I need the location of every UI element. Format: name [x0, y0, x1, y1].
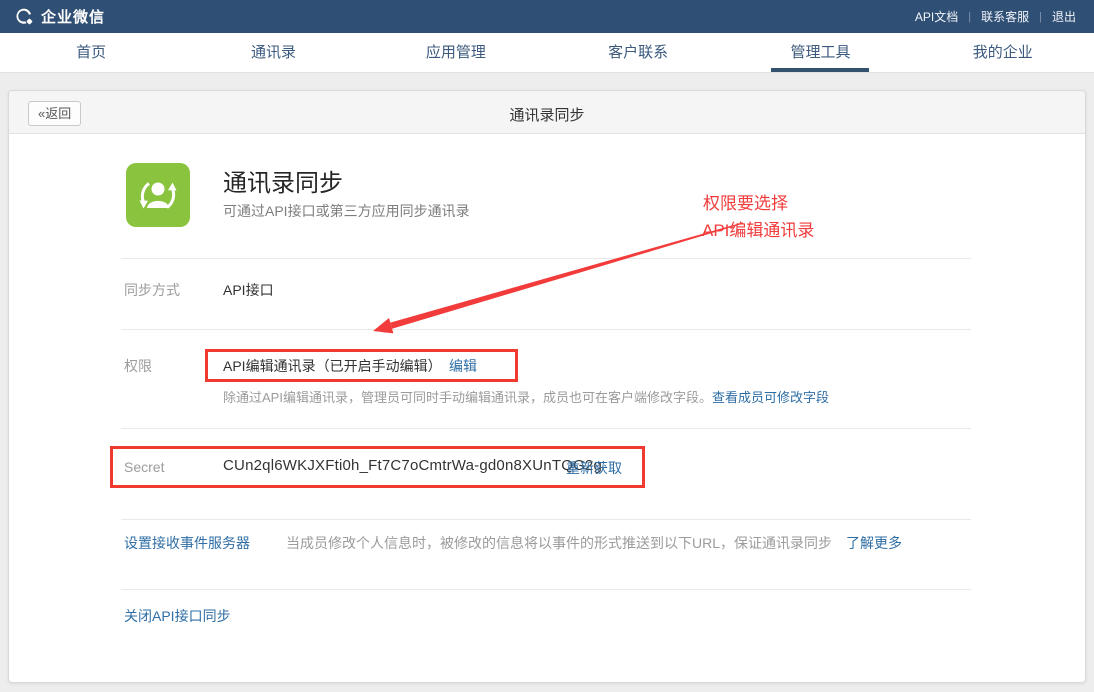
- tab-label: 应用管理: [426, 44, 486, 61]
- tab-label: 我的企业: [973, 44, 1033, 61]
- contact-sync-panel: «返回 通讯录同步 通讯录同步 可通过API接口或第三方应用同步通讯录 同步方式…: [8, 90, 1086, 683]
- set-event-server-link[interactable]: 设置接收事件服务器: [124, 533, 250, 553]
- api-docs-link[interactable]: API文档: [911, 8, 962, 25]
- tab-label: 通讯录: [251, 44, 296, 61]
- sync-method-value: API接口: [223, 280, 274, 300]
- tab-contacts[interactable]: 通讯录: [182, 33, 364, 72]
- logout-link[interactable]: 退出: [1048, 8, 1080, 25]
- permission-label: 权限: [124, 356, 152, 376]
- permission-highlight-box: [205, 349, 518, 382]
- permission-help-body: 除通过API编辑通讯录，管理员可同时手动编辑通讯录，成员也可在客户端修改字段。: [223, 390, 712, 405]
- sync-method-label: 同步方式: [124, 280, 180, 300]
- app-title: 通讯录同步: [223, 163, 343, 198]
- chat-bubble-icon: [13, 6, 41, 28]
- contact-sync-app-icon: [126, 163, 190, 227]
- annotation-line2: API编辑通讯录: [702, 216, 814, 241]
- tab-label: 客户联系: [608, 44, 668, 61]
- tab-home[interactable]: 首页: [0, 33, 182, 72]
- main-nav: 首页 通讯录 应用管理 客户联系 管理工具 我的企业: [0, 33, 1094, 73]
- divider: [121, 589, 971, 590]
- active-tab-underline: [771, 68, 869, 72]
- panel-header: «返回 通讯录同步: [9, 91, 1085, 134]
- permission-help-text: 除通过API编辑通讯录，管理员可同时手动编辑通讯录，成员也可在客户端修改字段。查…: [223, 387, 829, 406]
- tab-customer-contact[interactable]: 客户联系: [547, 33, 729, 72]
- topbar: 企业微信 API文档 | 联系客服 | 退出: [0, 0, 1094, 33]
- event-server-description: 当成员修改个人信息时，被修改的信息将以事件的形式推送到以下URL，保证通讯录同步: [286, 533, 832, 553]
- tab-app-management[interactable]: 应用管理: [365, 33, 547, 72]
- annotation-line1: 权限要选择: [703, 189, 788, 214]
- divider: [121, 258, 971, 259]
- app-description: 可通过API接口或第三方应用同步通讯录: [223, 201, 470, 221]
- divider: [121, 519, 971, 520]
- logo-text: 企业微信: [41, 6, 105, 27]
- panel-title: 通讯录同步: [9, 104, 1085, 125]
- tab-label: 首页: [76, 44, 106, 61]
- separator: |: [968, 11, 971, 23]
- separator: |: [1039, 11, 1042, 23]
- tab-admin-tools[interactable]: 管理工具: [729, 33, 911, 72]
- divider: [121, 329, 971, 330]
- event-server-row: 设置接收事件服务器 当成员修改个人信息时，被修改的信息将以事件的形式推送到以下U…: [124, 533, 902, 553]
- contact-support-link[interactable]: 联系客服: [977, 8, 1033, 25]
- wechat-work-logo[interactable]: 企业微信: [13, 6, 105, 28]
- close-api-sync-link[interactable]: 关闭API接口同步: [124, 606, 231, 626]
- secret-highlight-box: [110, 446, 645, 488]
- tab-label: 管理工具: [790, 44, 850, 61]
- tab-my-company[interactable]: 我的企业: [912, 33, 1094, 72]
- topbar-links: API文档 | 联系客服 | 退出: [911, 8, 1080, 25]
- divider: [121, 428, 971, 429]
- learn-more-link[interactable]: 了解更多: [846, 533, 902, 553]
- view-editable-fields-link[interactable]: 查看成员可修改字段: [712, 390, 829, 405]
